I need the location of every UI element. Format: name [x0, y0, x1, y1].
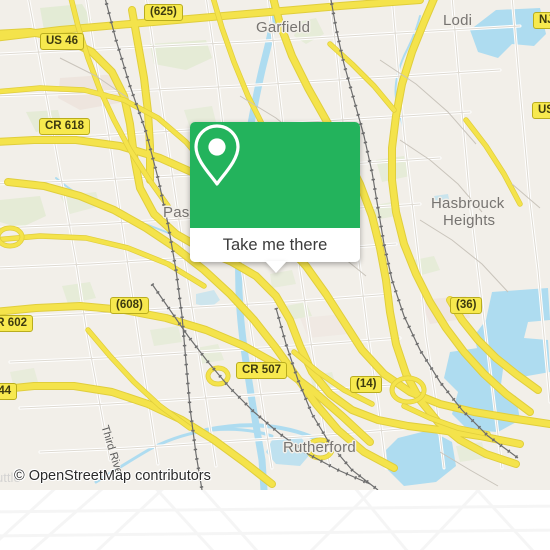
road-shield-14: (14)	[350, 376, 383, 393]
popup-action-row[interactable]: Take me there	[190, 228, 360, 262]
road-shield-us46: US 46	[40, 33, 84, 50]
take-me-there-label: Take me there	[222, 235, 328, 254]
road-shield-625: (625)	[144, 4, 183, 21]
osm-attribution[interactable]: © OpenStreetMap contributors	[14, 468, 211, 484]
road-shield-608: (608)	[110, 297, 149, 314]
road-shield-nj: NJ	[533, 12, 550, 29]
road-shield-cr507: CR 507	[236, 362, 287, 379]
road-shield-cr602: CR 602	[0, 315, 33, 332]
footer-watermark	[0, 490, 550, 550]
road-shield-36: (36)	[450, 297, 483, 314]
popup-pointer-tail	[265, 261, 287, 273]
screenshot-root: .w { fill:#aedcf0; } .wl { stroke:#aedcf…	[0, 0, 550, 550]
footer-bar: Paterson Hope, East Rutherford, NJ 07073…	[0, 490, 550, 550]
map-canvas[interactable]: .w { fill:#aedcf0; } .wl { stroke:#aedcf…	[0, 0, 550, 490]
road-shield-us: US	[532, 102, 550, 119]
popup-header	[190, 122, 360, 228]
map-pin-outline-icon	[194, 124, 240, 186]
road-shield-cr618: CR 618	[39, 118, 90, 135]
road-shield-644: 644	[0, 383, 18, 400]
location-popup-card[interactable]: Take me there	[190, 122, 360, 262]
